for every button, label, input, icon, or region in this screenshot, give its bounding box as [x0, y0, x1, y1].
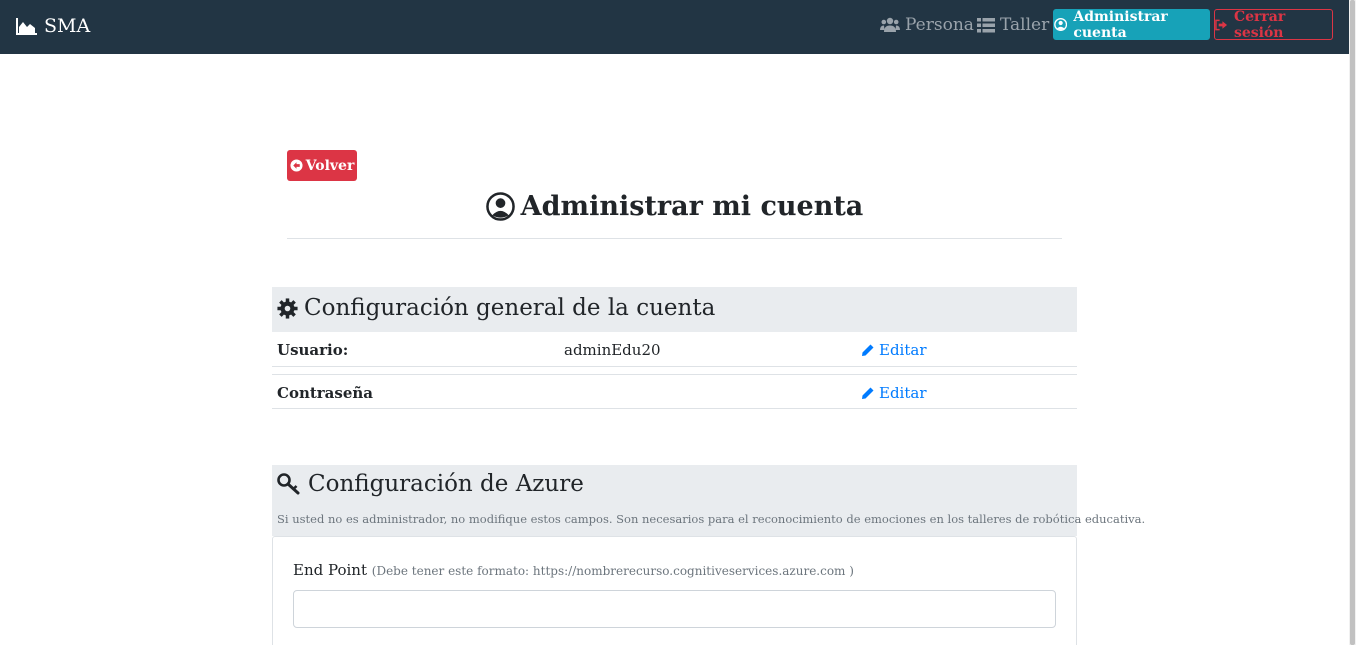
contrasena-row: Contraseña Editar	[272, 375, 1077, 409]
brand-link[interactable]: SMA	[16, 12, 90, 40]
page-scrollbar[interactable]	[1349, 0, 1356, 645]
gear-icon	[277, 297, 298, 319]
general-config-header: Configuración general de la cuenta	[272, 287, 1077, 332]
edit-contrasena-label: Editar	[879, 384, 927, 402]
azure-form-card: End Point (Debe tener este formato: http…	[272, 536, 1077, 645]
pencil-icon	[862, 344, 874, 356]
usuario-label: Usuario:	[277, 341, 349, 359]
scrollbar-thumb[interactable]	[1350, 0, 1355, 645]
nav-taller-label: Taller	[1000, 15, 1050, 35]
edit-usuario-label: Editar	[879, 341, 927, 359]
key-icon	[277, 473, 300, 495]
page-title: Administrar mi cuenta	[287, 188, 1062, 224]
volver-label: Volver	[305, 157, 355, 174]
users-icon	[880, 17, 900, 32]
list-icon	[977, 17, 995, 32]
sign-out-icon	[1215, 19, 1228, 30]
pencil-icon	[862, 387, 874, 399]
administrar-cuenta-button[interactable]: Administrar cuenta	[1053, 8, 1210, 41]
nav-taller[interactable]: Taller	[977, 13, 1049, 37]
endpoint-input[interactable]	[293, 590, 1056, 628]
administrar-cuenta-label: Administrar cuenta	[1073, 8, 1168, 41]
user-circle-icon	[1054, 18, 1068, 31]
endpoint-label-text: End Point	[293, 561, 367, 579]
azure-warning-note: Si usted no es administrador, no modifiq…	[277, 512, 1146, 526]
row-divider	[272, 367, 1077, 375]
endpoint-format-hint: (Debe tener este formato: https://nombre…	[371, 564, 854, 578]
contrasena-label: Contraseña	[277, 384, 374, 402]
endpoint-label: End Point (Debe tener este formato: http…	[293, 561, 854, 579]
page-title-text: Administrar mi cuenta	[520, 190, 864, 222]
edit-contrasena-link[interactable]: Editar	[861, 384, 927, 402]
nav-persona-label: Persona	[905, 15, 974, 35]
azure-config-header: Configuración de Azure Si usted no es ad…	[272, 465, 1145, 536]
general-config-title: Configuración general de la cuenta	[304, 295, 716, 321]
azure-config-title: Configuración de Azure	[308, 471, 584, 497]
brand-name: SMA	[44, 15, 91, 37]
user-circle-icon	[485, 191, 515, 221]
area-chart-icon	[16, 18, 37, 35]
edit-usuario-link[interactable]: Editar	[861, 341, 927, 359]
usuario-value: adminEdu20	[564, 341, 661, 359]
title-divider	[287, 238, 1062, 239]
logout-button[interactable]: Cerrar sesión	[1214, 8, 1333, 41]
logout-label: Cerrar sesión	[1233, 8, 1286, 41]
arrow-circle-left-icon	[290, 159, 303, 172]
top-navbar: SMA Persona Taller Administrar cuenta Ce…	[0, 0, 1349, 54]
nav-persona[interactable]: Persona	[880, 13, 974, 37]
volver-button[interactable]: Volver	[287, 150, 357, 181]
usuario-row: Usuario: adminEdu20 Editar	[272, 332, 1077, 367]
